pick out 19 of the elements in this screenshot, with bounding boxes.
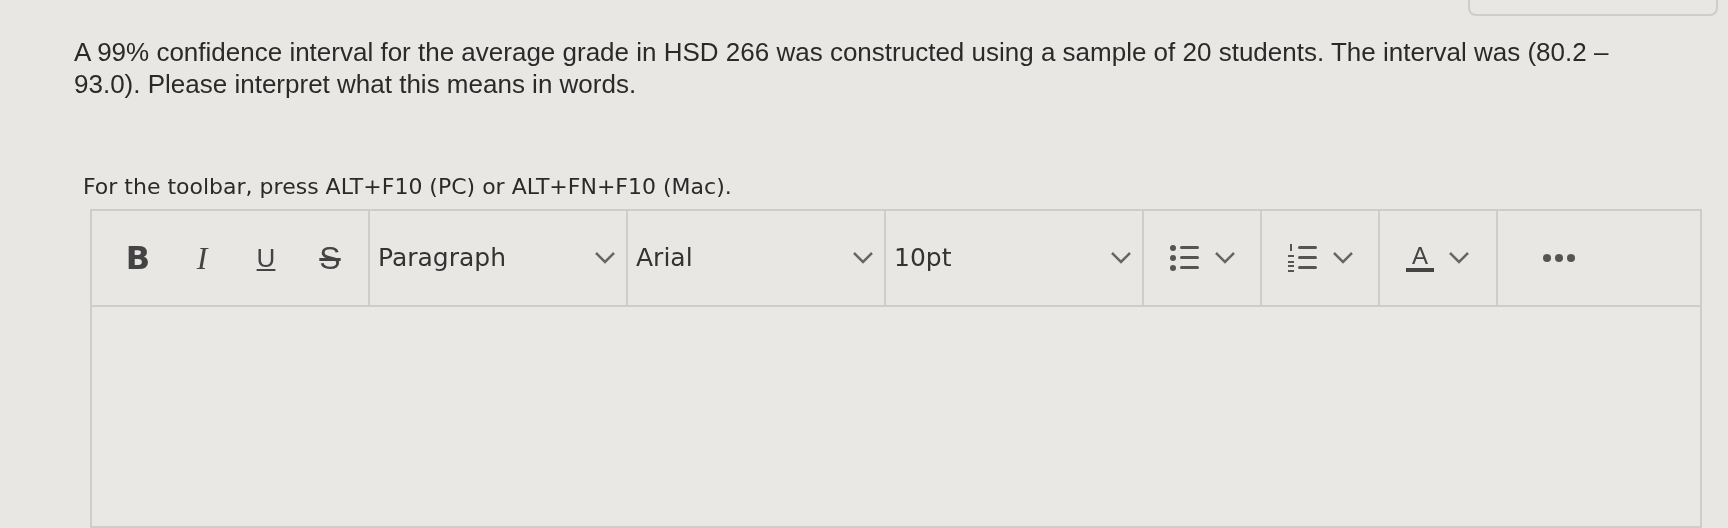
bold-button[interactable]: B (110, 234, 166, 282)
dropdown[interactable]: Arial (628, 211, 884, 305)
chevron-down-icon (1448, 251, 1470, 265)
chevron-down-icon (1213, 251, 1236, 265)
underline-button[interactable]: U (238, 238, 294, 278)
toolbar-hint: For the toolbar, press ALT+F10 (PC) or ALT+FN+F10 (Mac). (83, 173, 733, 201)
strikethrough-button[interactable]: S (302, 234, 358, 282)
question-text: A 99% confidence interval for the average grade in HSD 266 was constructed using a sample of 20 students. The interval was (80.2 – 93.0). Please interpret what this means in words. (74, 36, 1610, 100)
bullet-list-icon (1168, 243, 1200, 273)
chevron-down-icon (594, 251, 616, 265)
dropdown[interactable]: 10pt (886, 211, 1142, 305)
more-icon (1542, 253, 1576, 263)
chevron-down-icon (1110, 251, 1132, 265)
chevron-down-icon (1331, 251, 1354, 265)
chevron-down-icon (852, 251, 874, 265)
dropdown[interactable]: Paragraph (370, 211, 626, 305)
italic-button[interactable]: I (174, 234, 230, 282)
numbered-list-icon (1286, 243, 1318, 273)
font-color-button[interactable]: A (1396, 244, 1480, 272)
